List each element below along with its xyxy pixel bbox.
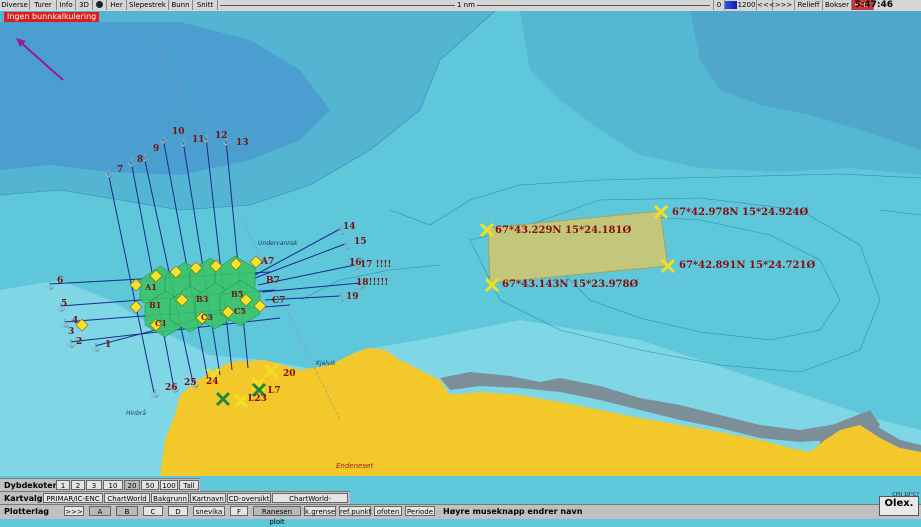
svg-text:⚓: ⚓ bbox=[127, 157, 137, 167]
menu-info[interactable]: Info bbox=[57, 0, 76, 10]
svg-text:⚓: ⚓ bbox=[336, 225, 346, 235]
chart-names-button[interactable]: Kartnavn bbox=[190, 493, 226, 503]
menu-bunn[interactable]: Bunn bbox=[169, 0, 193, 10]
scale-label: 1 nm bbox=[455, 0, 477, 10]
plotter-nav-button[interactable]: >>> bbox=[64, 506, 84, 516]
relief-button[interactable]: Relieff bbox=[795, 0, 823, 10]
rename-hint: Høyre museknapp endrer navn bbox=[443, 507, 583, 516]
depth-number-button[interactable]: Tall bbox=[179, 480, 199, 490]
svg-text:⚓: ⚓ bbox=[179, 137, 189, 147]
depth-20-button[interactable]: 20 bbox=[124, 480, 140, 490]
svg-text:⚓: ⚓ bbox=[356, 279, 366, 289]
svg-text:⚓: ⚓ bbox=[159, 134, 169, 144]
menu-turer[interactable]: Turer bbox=[30, 0, 57, 10]
depth-2-button[interactable]: 2 bbox=[71, 480, 85, 490]
depth-3-button[interactable]: 3 bbox=[86, 480, 102, 490]
plotter-layer-refpunkt[interactable]: ref.punkt bbox=[339, 506, 371, 516]
svg-text:⚓: ⚓ bbox=[341, 240, 351, 250]
bottom-calc-warning: Ingen bunnkalkulering bbox=[4, 12, 100, 22]
svg-text:⚓: ⚓ bbox=[150, 388, 160, 398]
svg-text:⚓: ⚓ bbox=[56, 302, 66, 312]
svg-text:⚓: ⚓ bbox=[222, 136, 232, 146]
plotter-layer-c[interactable]: C bbox=[143, 506, 163, 516]
depth-10-button[interactable]: 10 bbox=[103, 480, 123, 490]
depth-50-button[interactable]: 50 bbox=[141, 480, 159, 490]
plotter-layer-kgrense[interactable]: k.grense bbox=[304, 506, 336, 516]
svg-text:⚓: ⚓ bbox=[351, 260, 361, 270]
depth-color-bar[interactable] bbox=[725, 1, 737, 9]
menu-slepestrek[interactable]: Slepestrek bbox=[127, 0, 169, 10]
plotter-layer-b[interactable]: B bbox=[116, 506, 138, 516]
nav-forward-button[interactable]: >>> bbox=[773, 0, 795, 10]
svg-text:⚓: ⚓ bbox=[170, 383, 180, 393]
menu-her[interactable]: Her bbox=[107, 0, 127, 10]
chart-select-panel: Kartvalg PRIMAR/IC-ENC ChartWorld Bakgru… bbox=[0, 491, 350, 513]
record-icon[interactable] bbox=[93, 0, 107, 10]
boxes-button[interactable]: Bokser bbox=[823, 0, 852, 10]
nav-back-button[interactable]: <<< bbox=[757, 0, 775, 10]
menu-snitt[interactable]: Snitt bbox=[193, 0, 218, 10]
chart-chartworld-button[interactable]: ChartWorld bbox=[104, 493, 150, 503]
chart-chartworld-versions-button[interactable]: ChartWorld-versjoner bbox=[272, 493, 348, 513]
plotter-layer-ofoten[interactable]: ofoten bbox=[374, 506, 402, 516]
svg-text:⚓: ⚓ bbox=[104, 168, 114, 178]
clock: 5:47:46 bbox=[854, 0, 893, 10]
chart-primar-button[interactable]: PRIMAR/IC-ENC bbox=[43, 493, 103, 503]
plotter-layer-periode[interactable]: Periode bbox=[405, 506, 435, 516]
svg-text:⚓: ⚓ bbox=[140, 152, 150, 162]
plotter-layer-f[interactable]: F bbox=[230, 506, 248, 516]
olex-logo[interactable]: Olex. bbox=[879, 496, 919, 516]
plotter-layer-a[interactable]: A bbox=[89, 506, 111, 516]
depth-100-button[interactable]: 100 bbox=[160, 480, 178, 490]
plotter-layer-ranesen[interactable]: Ranesen ploit bbox=[253, 506, 301, 526]
plotter-layer-snevika[interactable]: snevika bbox=[193, 506, 225, 516]
depth-max: 1200 bbox=[737, 0, 757, 10]
depth-1-button[interactable]: 1 bbox=[56, 480, 70, 490]
svg-text:⚓: ⚓ bbox=[45, 280, 55, 290]
chart-cd-overview-button[interactable]: CD-oversikt bbox=[227, 493, 271, 503]
nautical-chart[interactable]: ⚓⚓ ⚓ ⚓ ⚓ ⚓ ⚓⚓⚓ ⚓⚓ ⚓ ⚓⚓⚓ ⚓⚓⚓ ⚓ ⚓ bbox=[0, 11, 921, 476]
plotter-layer-panel: Plotterlag >>> A B C D snevika F Ranesen… bbox=[0, 504, 921, 526]
panel-label: Plotterlag bbox=[4, 507, 49, 516]
svg-text:⚓: ⚓ bbox=[336, 292, 346, 302]
depth-contour-panel: Dybdekoter 1 2 3 10 20 50 100 Tall bbox=[0, 478, 200, 492]
chart-background-button[interactable]: Bakgrunn bbox=[151, 493, 189, 503]
menu-diverse[interactable]: Diverse bbox=[0, 0, 30, 10]
svg-text:⚓: ⚓ bbox=[60, 318, 70, 328]
svg-text:⚓: ⚓ bbox=[202, 133, 212, 143]
depth-min: 0 bbox=[713, 0, 725, 10]
svg-text:⚓: ⚓ bbox=[190, 378, 200, 388]
plotter-layer-d[interactable]: D bbox=[168, 506, 188, 516]
svg-text:⚓: ⚓ bbox=[91, 342, 101, 352]
svg-text:⚓: ⚓ bbox=[66, 338, 76, 348]
menu-3d[interactable]: 3D bbox=[76, 0, 93, 10]
